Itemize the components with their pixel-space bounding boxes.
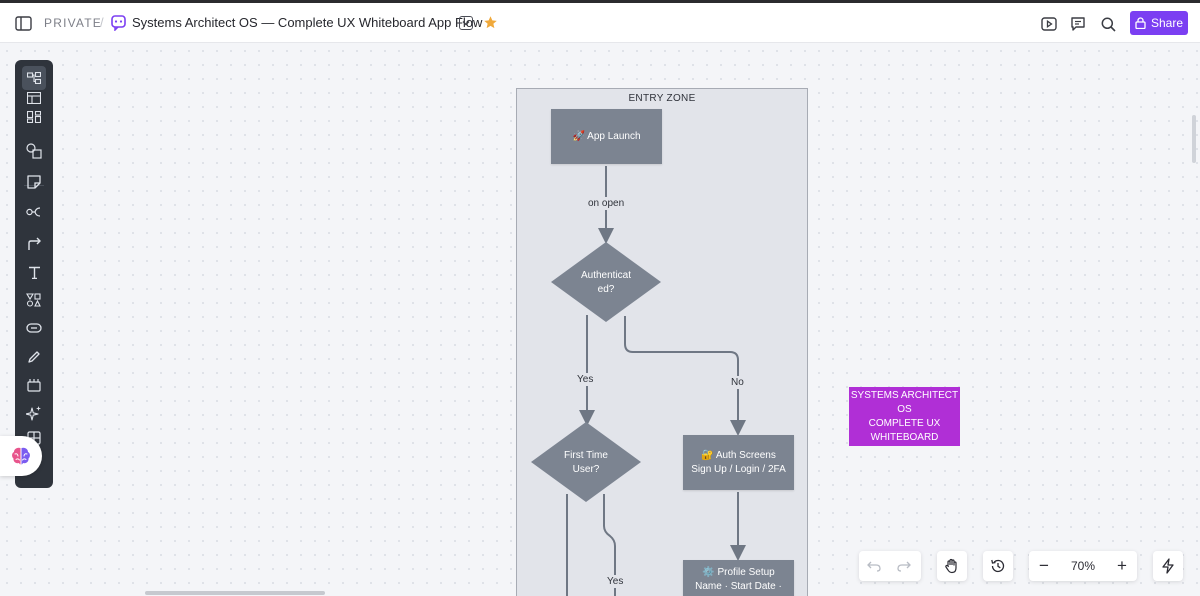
node-authenticated-line2: ed? — [597, 284, 615, 295]
node-profile-setup-title: ⚙️ Profile Setup — [702, 567, 775, 578]
zoom-out-button[interactable]: − — [1029, 551, 1059, 581]
node-authenticated-line1: Authenticat — [580, 270, 632, 281]
brain-icon — [12, 447, 30, 465]
edge-label-yes: Yes — [605, 575, 626, 588]
note-line: OS — [897, 404, 912, 415]
ai-sparkle-icon[interactable] — [15, 401, 53, 425]
link-tool-icon[interactable] — [15, 316, 53, 340]
undo-redo-group — [859, 551, 921, 581]
hand-icon — [945, 558, 957, 574]
node-auth-screens-title: 🔐 Auth Screens — [701, 449, 776, 461]
sticky-note-tool-icon[interactable] — [15, 170, 53, 194]
redo-icon — [897, 561, 911, 572]
ai-assistant-button[interactable] — [0, 436, 42, 476]
node-profile-setup-subtitle: Name · Start Date · — [695, 581, 782, 592]
pan-mode-group — [937, 551, 967, 581]
note-line: WHITEBOARD — [870, 432, 939, 443]
pen-tool-icon[interactable] — [15, 345, 53, 369]
zoom-controls: − 70% + — [1029, 551, 1137, 581]
undo-button[interactable] — [859, 551, 889, 581]
note-line: SYSTEMS ARCHITECT — [850, 390, 959, 401]
node-profile-setup[interactable]: ⚙️ Profile Setup Name · Start Date · — [683, 560, 794, 596]
edge-auth-no — [624, 316, 746, 436]
text-tool-icon[interactable] — [15, 260, 53, 284]
history-group — [983, 551, 1013, 581]
diagram-connectors — [531, 166, 746, 596]
lightning-icon — [1162, 558, 1174, 574]
node-first-time-line2: User? — [572, 464, 600, 475]
connector-tool-icon[interactable] — [15, 232, 53, 256]
quick-actions-button[interactable] — [1153, 551, 1183, 581]
shapes-tool-icon[interactable] — [15, 139, 53, 163]
undo-icon — [867, 561, 881, 572]
kanban-tool-icon[interactable] — [15, 105, 53, 129]
left-toolbar — [15, 60, 53, 488]
history-icon — [991, 559, 1005, 573]
node-auth-screens[interactable]: 🔐 Auth Screens Sign Up / Login / 2FA — [683, 435, 794, 490]
frame-tool-icon[interactable] — [15, 373, 53, 397]
node-authenticated[interactable]: Authenticat ed? — [566, 269, 646, 297]
node-auth-screens-subtitle: Sign Up / Login / 2FA — [691, 463, 786, 475]
pan-button[interactable] — [937, 551, 967, 581]
edge-label-yes: Yes — [575, 373, 596, 386]
node-first-time-user[interactable]: First Time User? — [546, 449, 626, 477]
templates-tool-icon[interactable] — [15, 288, 53, 312]
zoom-level[interactable]: 70% — [1059, 559, 1107, 573]
mind-map-tool-icon[interactable] — [15, 200, 53, 224]
zoom-in-button[interactable]: + — [1107, 551, 1137, 581]
edge-label-no: No — [729, 376, 746, 389]
sticky-note[interactable]: SYSTEMS ARCHITECT OS COMPLETE UX WHITEBO… — [849, 387, 960, 446]
horizontal-scrollbar[interactable] — [145, 591, 325, 595]
version-history-button[interactable] — [983, 551, 1013, 581]
note-line: COMPLETE UX — [868, 418, 941, 429]
node-app-launch[interactable]: 🚀 App Launch — [551, 109, 662, 164]
edge-label-on-open: on open — [586, 197, 627, 210]
redo-button[interactable] — [889, 551, 919, 581]
quick-actions-group — [1153, 551, 1183, 581]
node-first-time-line1: First Time — [564, 450, 608, 461]
vertical-scrollbar[interactable] — [1192, 115, 1196, 163]
